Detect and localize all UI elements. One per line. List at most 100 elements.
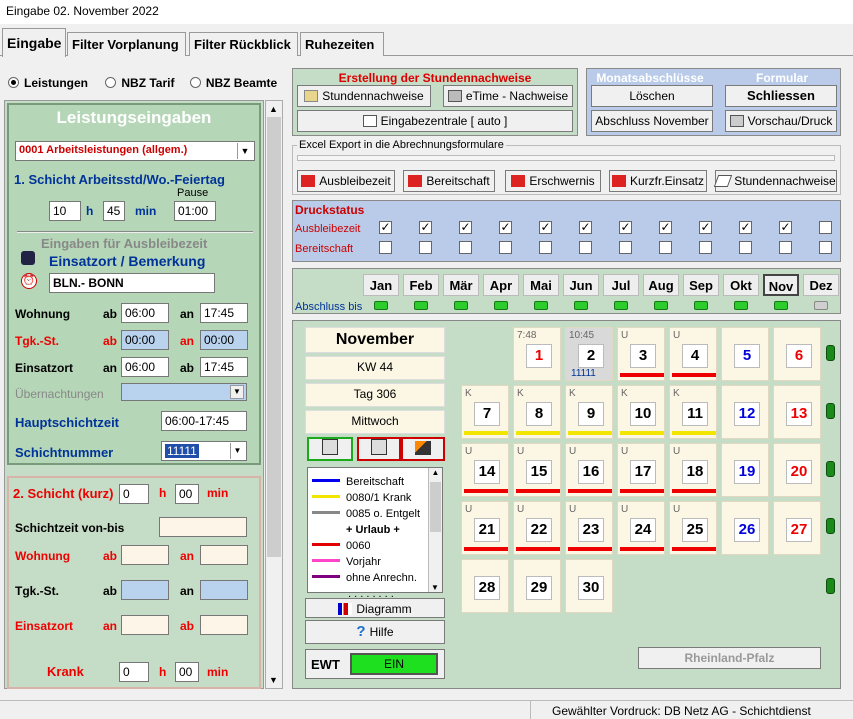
s2-tgk-ab-input[interactable] bbox=[121, 580, 169, 600]
calendar-day[interactable]: 26 bbox=[721, 501, 769, 555]
calendar-day[interactable]: U 14 bbox=[461, 443, 509, 497]
tgk-an-input[interactable]: 00:00 bbox=[200, 330, 248, 350]
calendar-day[interactable]: U4 bbox=[669, 327, 717, 381]
tab-filter-vorplanung[interactable]: Filter Vorplanung bbox=[67, 32, 186, 56]
month-button[interactable]: Aug bbox=[643, 274, 679, 296]
ausbleibe-checkbox[interactable] bbox=[819, 221, 832, 234]
radio-nbz-tarif[interactable]: NBZ Tarif bbox=[105, 76, 174, 90]
arrow-up-icon[interactable]: ▲ bbox=[269, 104, 278, 114]
calendar-day[interactable]: 10:45 2 11111 bbox=[565, 327, 613, 381]
wohnung-ab-input[interactable]: 06:00 bbox=[121, 303, 169, 323]
legend-item[interactable]: ohne Anrechn. bbox=[312, 570, 438, 586]
loeschen-button[interactable]: Löschen bbox=[591, 85, 713, 107]
month-button[interactable]: Mär bbox=[443, 274, 479, 296]
month-button[interactable]: Dez bbox=[803, 274, 839, 296]
bereitschaft-checkbox[interactable] bbox=[499, 241, 512, 254]
ausbleibe-checkbox[interactable]: ✓ bbox=[419, 221, 432, 234]
ausbleibe-checkbox[interactable]: ✓ bbox=[499, 221, 512, 234]
bereitschaft-checkbox[interactable] bbox=[419, 241, 432, 254]
legend-scrollbar[interactable]: ▲ ▼ bbox=[428, 468, 442, 592]
calendar-day[interactable]: U 18 bbox=[669, 443, 717, 497]
copy-button[interactable] bbox=[307, 437, 353, 461]
ausbleibe-checkbox[interactable]: ✓ bbox=[739, 221, 752, 234]
month-button[interactable]: Okt bbox=[723, 274, 759, 296]
einsatz-ab-input[interactable]: 17:45 bbox=[200, 357, 248, 377]
radio-nbz-beamte[interactable]: NBZ Beamte bbox=[189, 76, 277, 90]
krank-min-input[interactable]: 00 bbox=[175, 662, 199, 682]
arrow-down-icon[interactable]: ▼ bbox=[269, 675, 278, 685]
legend-item[interactable]: 0085 o. Entgelt bbox=[312, 506, 438, 522]
hilfe-button[interactable]: ? Hilfe bbox=[305, 620, 445, 644]
calendar-day[interactable]: U 15 bbox=[513, 443, 561, 497]
pause-input[interactable]: 01:00 bbox=[174, 201, 216, 221]
bereitschaft-checkbox[interactable] bbox=[659, 241, 672, 254]
krank-hours-input[interactable]: 0 bbox=[119, 662, 149, 682]
bereitschaft-checkbox[interactable] bbox=[619, 241, 632, 254]
einsatzort-input[interactable]: BLN.- BONN bbox=[49, 273, 215, 293]
calendar-day[interactable]: 28 bbox=[461, 559, 509, 613]
wohnung-an-input[interactable]: 17:45 bbox=[200, 303, 248, 323]
calendar-day[interactable]: K 11 bbox=[669, 385, 717, 439]
month-button[interactable]: Nov bbox=[763, 274, 799, 296]
bereitschaft-checkbox[interactable] bbox=[579, 241, 592, 254]
bereitschaft-checkbox[interactable] bbox=[699, 241, 712, 254]
ausbleibe-checkbox[interactable]: ✓ bbox=[459, 221, 472, 234]
excel-stundennachweise-button[interactable]: Stundennachweise bbox=[714, 170, 837, 192]
excel-kurzfr-einsatz-button[interactable]: Kurzfr.Einsatz bbox=[609, 170, 707, 192]
excel-erschwernis-button[interactable]: Erschwernis bbox=[505, 170, 601, 192]
excel-bereitschaft-button[interactable]: Bereitschaft bbox=[403, 170, 495, 192]
bereitschaft-checkbox[interactable] bbox=[739, 241, 752, 254]
tgk-ab-input[interactable]: 00:00 bbox=[121, 330, 169, 350]
calendar-day[interactable]: 6 bbox=[773, 327, 821, 381]
month-button[interactable]: Mai bbox=[523, 274, 559, 296]
month-button[interactable]: Feb bbox=[403, 274, 439, 296]
vorschau-druck-button[interactable]: Vorschau/Druck bbox=[725, 110, 837, 132]
ausbleibe-checkbox[interactable]: ✓ bbox=[579, 221, 592, 234]
edit-button[interactable] bbox=[401, 437, 445, 461]
legend-item[interactable]: Bereitschaft bbox=[312, 474, 438, 490]
einsatz-an-input[interactable]: 06:00 bbox=[121, 357, 169, 377]
calendar-day[interactable]: U 24 bbox=[617, 501, 665, 555]
ausbleibe-checkbox[interactable]: ✓ bbox=[539, 221, 552, 234]
ausbleibe-checkbox[interactable]: ✓ bbox=[379, 221, 392, 234]
calendar-day[interactable]: U 16 bbox=[565, 443, 613, 497]
legend-item[interactable]: Vorjahr bbox=[312, 554, 438, 570]
calendar-day[interactable]: U 23 bbox=[565, 501, 613, 555]
tab-filter-rueckblick[interactable]: Filter Rückblick bbox=[189, 32, 298, 56]
schicht2-hours-input[interactable]: 0 bbox=[119, 484, 149, 504]
calendar-day[interactable]: U 25 bbox=[669, 501, 717, 555]
legend-item[interactable]: + Urlaub + bbox=[312, 522, 438, 538]
bereitschaft-checkbox[interactable] bbox=[779, 241, 792, 254]
etime-nachweise-button[interactable]: eTime - Nachweise bbox=[443, 85, 573, 107]
schicht2-min-input[interactable]: 00 bbox=[175, 484, 199, 504]
scroll-thumb[interactable] bbox=[267, 117, 281, 557]
schliessen-button[interactable]: Schliessen bbox=[725, 85, 837, 107]
abschluss-button[interactable]: Abschluss November bbox=[591, 110, 713, 132]
calendar-day[interactable]: K8 bbox=[513, 385, 561, 439]
calendar-day[interactable]: U 21 bbox=[461, 501, 509, 555]
legend-item[interactable]: 0060 bbox=[312, 538, 438, 554]
paste-button[interactable] bbox=[357, 437, 401, 461]
calendar-day[interactable]: K9 bbox=[565, 385, 613, 439]
leistungsart-select[interactable]: 0001 Arbeitsleistungen (allgem.) ▼ bbox=[15, 141, 255, 161]
calendar-day[interactable]: 13 bbox=[773, 385, 821, 439]
bereitschaft-checkbox[interactable] bbox=[459, 241, 472, 254]
calendar-day[interactable]: 19 bbox=[721, 443, 769, 497]
ausbleibe-checkbox[interactable]: ✓ bbox=[619, 221, 632, 234]
calendar-day[interactable]: U 22 bbox=[513, 501, 561, 555]
diagramm-button[interactable]: Diagramm bbox=[305, 598, 445, 618]
alarm-clock-icon[interactable]: ⏰ bbox=[21, 273, 37, 289]
calendar-day[interactable]: 12 bbox=[721, 385, 769, 439]
calendar-day[interactable]: 27 bbox=[773, 501, 821, 555]
bereitschaft-checkbox[interactable] bbox=[379, 241, 392, 254]
camera-icon[interactable] bbox=[21, 251, 35, 265]
left-scrollbar[interactable]: ▲ ▼ bbox=[265, 100, 283, 689]
calendar-day[interactable]: 30 bbox=[565, 559, 613, 613]
schichtnummer-select[interactable]: 11111 ▼ bbox=[161, 441, 247, 461]
calendar-day[interactable]: 5 bbox=[721, 327, 769, 381]
bereitschaft-checkbox[interactable] bbox=[819, 241, 832, 254]
month-button[interactable]: Jan bbox=[363, 274, 399, 296]
month-button[interactable]: Jun bbox=[563, 274, 599, 296]
month-button[interactable]: Sep bbox=[683, 274, 719, 296]
excel-ausbleibezeit-button[interactable]: Ausbleibezeit bbox=[297, 170, 395, 192]
